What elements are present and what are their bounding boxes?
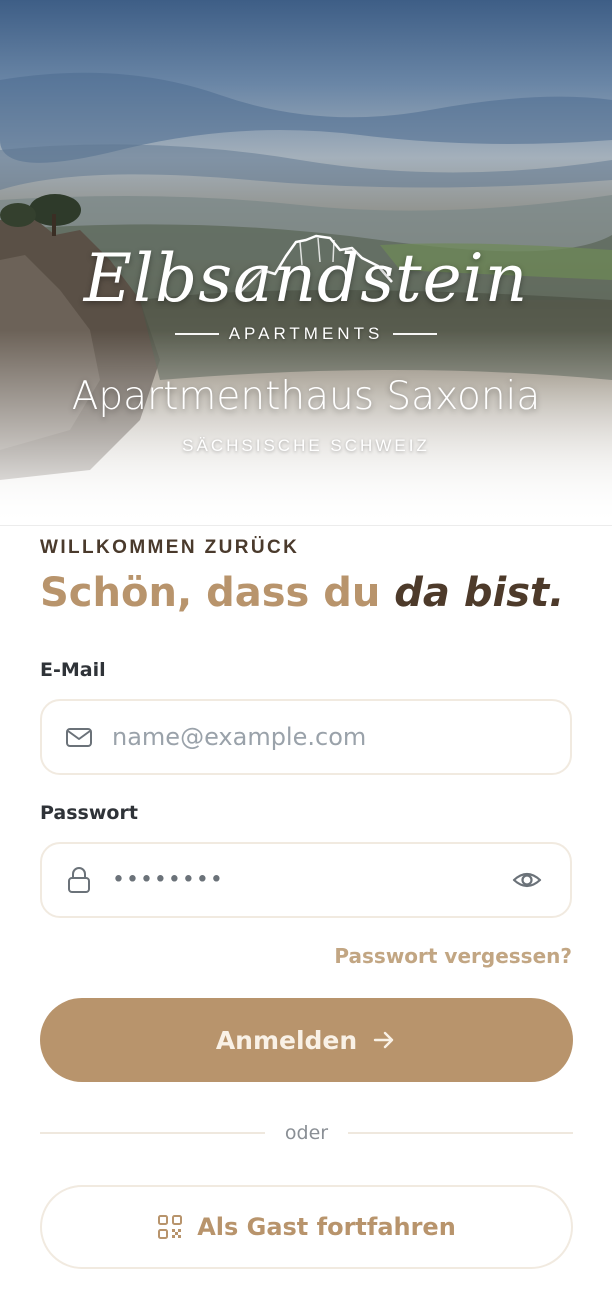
login-button-label: Anmelden [215,1025,358,1055]
headline-plain: Schön, dass du [40,570,381,616]
arrow-right-icon [373,1031,394,1049]
hero-banner: Elbsandstein APARTMENTS Apartmenthaus Sa… [0,0,612,526]
brand-logo-sub: APARTMENTS [228,324,384,343]
password-label: Passwort [40,802,138,824]
hero-divider [0,525,612,526]
brand-logo-subline: APARTMENTS [175,323,438,345]
brand-logo-wordmark: Elbsandstein [83,240,529,317]
mail-icon [66,728,92,747]
login-button[interactable]: Anmelden [40,998,573,1082]
hero-title: Apartmenthaus Saxonia [71,374,541,419]
or-divider: oder [40,1120,573,1146]
guest-button[interactable]: Als Gast fortfahren [40,1185,573,1269]
guest-button-label: Als Gast fortfahren [197,1213,456,1241]
forgot-password-link[interactable]: Passwort vergessen? [334,944,572,968]
logo-rule-right [393,333,438,335]
or-line-right [348,1132,573,1134]
headline-emphasis: da bist. [394,570,565,616]
password-field[interactable]: •••••••• [40,842,572,918]
lock-icon [68,867,90,893]
qr-code-icon [158,1215,183,1239]
or-text: oder [284,1122,329,1144]
hero-subtitle: SÄCHSISCHE SCHWEIZ [182,436,430,455]
eye-icon[interactable] [512,865,542,895]
password-value: •••••••• [112,867,224,893]
logo-rule-left [175,333,219,335]
email-label: E-Mail [40,659,106,681]
or-line-left [40,1132,265,1134]
hero-fade [0,330,612,526]
email-field[interactable]: name@example.com [40,699,572,775]
email-placeholder: name@example.com [112,723,367,751]
welcome-eyebrow: WILLKOMMEN ZURÜCK [40,537,300,558]
welcome-headline: Schön, dass du da bist. [40,570,564,616]
